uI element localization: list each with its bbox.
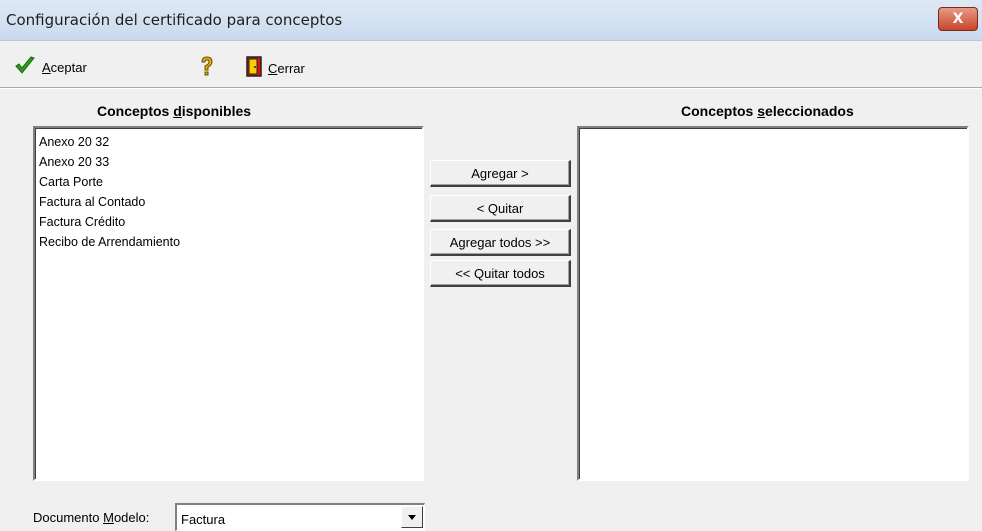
available-concepts-list[interactable]: Anexo 20 32 Anexo 20 33 Carta Porte Fact…: [33, 126, 424, 481]
close-label: Cerrar: [268, 60, 305, 76]
remove-button[interactable]: < Quitar: [430, 195, 571, 222]
accept-label: Aceptar: [42, 60, 87, 75]
close-icon: X: [952, 11, 964, 27]
document-model-label: Documento Modelo:: [33, 510, 150, 525]
exit-door-icon: [246, 56, 262, 80]
remove-all-button[interactable]: << Quitar todos: [430, 260, 571, 287]
list-item[interactable]: Factura Crédito: [39, 212, 422, 232]
chevron-down-icon: [402, 507, 422, 527]
add-button[interactable]: Agregar >: [430, 160, 571, 187]
document-model-select[interactable]: Factura: [175, 503, 425, 531]
window-title: Configuración del certificado para conce…: [6, 11, 343, 29]
add-all-button[interactable]: Agregar todos >>: [430, 229, 571, 256]
dropdown-arrow-button[interactable]: [401, 506, 423, 528]
checkmark-icon: [14, 56, 36, 79]
list-item[interactable]: Factura al Contado: [39, 192, 422, 212]
available-concepts-title: Conceptos disponibles: [97, 103, 252, 119]
selected-concepts-title: Conceptos seleccionados: [681, 103, 854, 119]
list-item[interactable]: Carta Porte: [39, 172, 422, 192]
list-item[interactable]: Recibo de Arrendamiento: [39, 232, 422, 252]
document-model-value: Factura: [181, 512, 226, 527]
title-bar: Configuración del certificado para conce…: [0, 0, 982, 41]
selected-concepts-list[interactable]: [577, 126, 969, 481]
list-item[interactable]: Anexo 20 32: [39, 132, 422, 152]
window-close-button[interactable]: X: [938, 7, 978, 31]
toolbar: Aceptar Cerrar: [0, 41, 982, 89]
close-button[interactable]: Cerrar: [246, 56, 305, 80]
help-button[interactable]: [199, 56, 221, 79]
list-item[interactable]: Anexo 20 33: [39, 152, 422, 172]
accept-button[interactable]: Aceptar: [14, 56, 87, 79]
help-icon: [199, 56, 215, 79]
